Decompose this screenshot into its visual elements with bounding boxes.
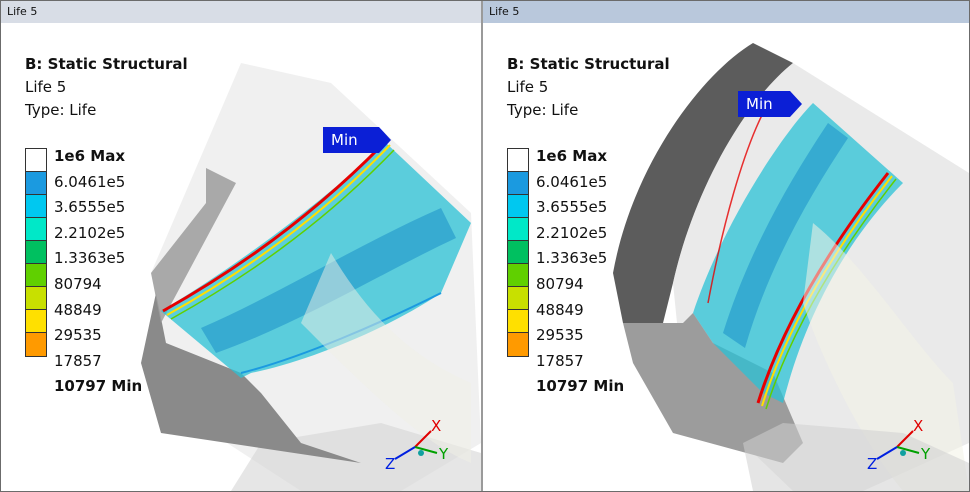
result-name: Life 5 (25, 78, 67, 96)
viewport-title-bar: Life 5 (483, 1, 969, 23)
y-axis-label: Y (920, 445, 931, 463)
result-info-block: B: Static Structural Life 5 Type: Life (25, 53, 188, 122)
legend-label: 6.0461e5 (54, 172, 126, 191)
axis-triad[interactable]: X Y Z (381, 413, 461, 473)
legend-label-max: 1e6 Max (536, 147, 607, 165)
x-axis-line (896, 430, 914, 448)
legend-swatch (508, 287, 528, 310)
legend-swatch (26, 172, 46, 195)
legend-label: 17857 (536, 351, 584, 370)
legend-label: 48849 (536, 300, 584, 319)
legend-label: 48849 (54, 300, 102, 319)
legend-swatch (508, 241, 528, 264)
viewport-title-bar: Life 5 (1, 1, 481, 23)
min-probe-label[interactable]: Min (323, 127, 391, 153)
legend-label: 29535 (536, 326, 584, 345)
legend-swatch (26, 195, 46, 218)
z-axis-line (394, 446, 416, 460)
legend-swatch (26, 287, 46, 310)
legend-swatch (508, 149, 528, 172)
viewport-pane-left[interactable]: Life 5 B: Static Structural Life 5 Type:… (1, 1, 483, 491)
legend-color-bar (25, 148, 47, 357)
legend-swatch (508, 333, 528, 356)
result-name: Life 5 (507, 78, 549, 96)
x-axis-line (414, 430, 432, 448)
legend-label-min: 10797 Min (54, 377, 143, 396)
legend-label: 1.3363e5 (54, 249, 126, 268)
legend-label: 80794 (54, 274, 102, 293)
axis-triad[interactable]: X Y Z (863, 413, 943, 473)
legend-swatch (508, 310, 528, 333)
legend-labels: 1e6 Max 6.0461e5 3.6555e5 2.2102e5 1.336… (54, 144, 142, 400)
result-type: Type: Life (507, 101, 579, 119)
legend-label: 3.6555e5 (536, 198, 608, 217)
legend-swatch (26, 241, 46, 264)
x-axis-label: X (913, 417, 923, 435)
graphics-viewport[interactable]: B: Static Structural Life 5 Type: Life 1… (1, 23, 481, 491)
result-info-block: B: Static Structural Life 5 Type: Life (507, 53, 670, 122)
dual-viewport-window: Life 5 B: Static Structural Life 5 Type:… (0, 0, 970, 492)
legend-swatch (26, 149, 46, 172)
legend-label: 6.0461e5 (536, 172, 608, 191)
legend-label-max: 1e6 Max (54, 147, 125, 165)
viewport-pane-right[interactable]: Life 5 B: Static Structural Life 5 Type:… (483, 1, 969, 491)
result-type: Type: Life (25, 101, 97, 119)
graphics-viewport[interactable]: B: Static Structural Life 5 Type: Life 1… (483, 23, 969, 491)
legend-label: 3.6555e5 (54, 198, 126, 217)
legend-swatch (508, 172, 528, 195)
legend-swatch (26, 333, 46, 356)
triad-origin (900, 450, 906, 456)
legend-label: 17857 (54, 351, 102, 370)
legend-swatch (508, 218, 528, 241)
min-probe-label[interactable]: Min (738, 91, 802, 117)
legend-swatch (26, 310, 46, 333)
legend-color-bar (507, 148, 529, 357)
analysis-title: B: Static Structural (25, 55, 188, 73)
x-axis-label: X (431, 417, 441, 435)
z-axis-label: Z (385, 455, 395, 473)
z-axis-line (876, 446, 898, 460)
z-axis-label: Z (867, 455, 877, 473)
legend-label: 29535 (54, 326, 102, 345)
legend-label: 80794 (536, 274, 584, 293)
legend-label-min: 10797 Min (536, 377, 625, 396)
legend-swatch (26, 218, 46, 241)
legend-swatch (26, 264, 46, 287)
legend-label: 1.3363e5 (536, 249, 608, 268)
triad-origin (418, 450, 424, 456)
analysis-title: B: Static Structural (507, 55, 670, 73)
legend-label: 2.2102e5 (536, 223, 608, 242)
legend-labels: 1e6 Max 6.0461e5 3.6555e5 2.2102e5 1.336… (536, 144, 624, 400)
legend-swatch (508, 195, 528, 218)
legend-label: 2.2102e5 (54, 223, 126, 242)
legend-swatch (508, 264, 528, 287)
y-axis-label: Y (438, 445, 449, 463)
